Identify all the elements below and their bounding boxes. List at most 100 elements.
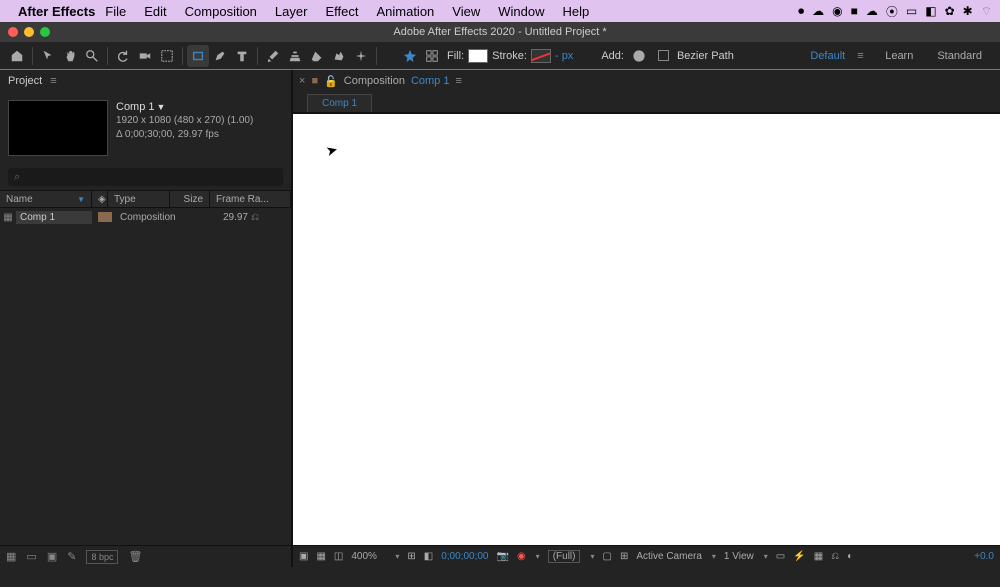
workspace-menu-icon[interactable]: ≡	[857, 50, 867, 62]
status-icon[interactable]: ⦿	[886, 3, 898, 20]
brush-tool[interactable]	[262, 45, 284, 67]
panel-menu-icon[interactable]: ≡	[50, 75, 56, 87]
menu-help[interactable]: Help	[562, 4, 589, 19]
status-icon[interactable]: ▭	[906, 4, 917, 18]
roto-brush-tool[interactable]	[328, 45, 350, 67]
home-button[interactable]	[6, 45, 28, 67]
stroke-swatch[interactable]	[531, 49, 551, 63]
menu-window[interactable]: Window	[498, 4, 544, 19]
status-icon[interactable]: ☁	[812, 4, 824, 18]
puppet-tool[interactable]	[350, 45, 372, 67]
channel-dropdown-icon[interactable]: ▾	[536, 552, 540, 561]
res-roi-icon[interactable]: ⊞	[407, 551, 415, 562]
selection-tool[interactable]	[37, 45, 59, 67]
pixel-aspect-icon[interactable]: ▭	[776, 551, 785, 562]
viewer-tab[interactable]: Comp 1	[307, 94, 372, 112]
item-flow-icon[interactable]: ⎌	[248, 212, 262, 223]
view-dropdown-icon[interactable]: ▾	[764, 552, 768, 561]
stroke-width[interactable]: - px	[555, 50, 573, 62]
trash-icon[interactable]: 🗑	[128, 550, 142, 563]
active-camera[interactable]: Active Camera	[636, 551, 702, 562]
snap-icon[interactable]	[421, 45, 443, 67]
project-search[interactable]: ⌕	[8, 168, 283, 186]
col-name[interactable]: Name▼	[0, 191, 92, 207]
status-icon[interactable]: ✱	[963, 4, 973, 18]
bezier-label[interactable]: Bezier Path	[677, 50, 734, 62]
transparency-grid-icon[interactable]: ▦	[316, 551, 325, 562]
comp-thumbnail[interactable]	[8, 100, 108, 156]
new-comp-icon[interactable]: ▣	[47, 550, 57, 563]
item-name[interactable]: Comp 1	[16, 211, 92, 224]
close-tab-icon[interactable]: ×	[299, 75, 305, 87]
fast-preview-icon[interactable]: ⚡	[793, 551, 805, 562]
lock-icon[interactable]: 🔓	[324, 75, 338, 88]
bluetooth-icon[interactable]: ⌔	[981, 4, 992, 19]
mask-icon[interactable]: ◫	[334, 551, 343, 562]
new-folder-icon[interactable]: ▭	[26, 550, 36, 563]
pan-behind-tool[interactable]	[156, 45, 178, 67]
col-framerate[interactable]: Frame Ra...	[210, 191, 291, 207]
project-item[interactable]: ▦ Comp 1 Composition 29.97 ⎌	[0, 208, 291, 226]
workspace-learn[interactable]: Learn	[873, 50, 925, 62]
type-tool[interactable]	[231, 45, 253, 67]
exposure[interactable]: +0.0	[974, 551, 994, 562]
interpret-footage-icon[interactable]: ▦	[6, 550, 16, 563]
project-panel-header[interactable]: Project ≡	[0, 70, 291, 92]
menu-animation[interactable]: Animation	[376, 4, 434, 19]
menu-effect[interactable]: Effect	[325, 4, 358, 19]
workspace-default[interactable]: Default	[798, 50, 857, 62]
camera-tool[interactable]	[134, 45, 156, 67]
grid-icon[interactable]: ◧	[424, 551, 433, 562]
guides-icon[interactable]: ⊞	[620, 551, 628, 562]
menu-view[interactable]: View	[452, 4, 480, 19]
menu-composition[interactable]: Composition	[185, 4, 257, 19]
col-size[interactable]: Size	[170, 191, 210, 207]
app-name[interactable]: After Effects	[18, 4, 95, 19]
bit-depth[interactable]: 8 bpc	[86, 550, 118, 564]
menu-file[interactable]: File	[105, 4, 126, 19]
flowchart-icon[interactable]: ⎌	[831, 551, 839, 562]
status-icon[interactable]: ◉	[832, 4, 842, 18]
view-count[interactable]: 1 View	[724, 551, 754, 562]
roi-icon[interactable]: ▢	[602, 551, 611, 562]
eraser-tool[interactable]	[306, 45, 328, 67]
clone-stamp-tool[interactable]	[284, 45, 306, 67]
hand-tool[interactable]	[59, 45, 81, 67]
workspace-standard[interactable]: Standard	[925, 50, 994, 62]
col-tag[interactable]: ◈	[92, 191, 108, 207]
viewer-menu-icon[interactable]: ≡	[455, 75, 461, 87]
minimize-window-button[interactable]	[24, 27, 34, 37]
pen-tool[interactable]	[209, 45, 231, 67]
reset-expo-icon[interactable]: ◐	[847, 551, 853, 562]
status-icon[interactable]: ◧	[925, 4, 936, 18]
timeline-icon[interactable]: ▦	[814, 551, 823, 562]
add-dropdown[interactable]	[628, 45, 650, 67]
comp-dropdown-icon[interactable]: ▼	[157, 102, 166, 112]
current-time[interactable]: 0;00;00;00	[441, 551, 488, 562]
zoom-tool[interactable]	[81, 45, 103, 67]
camera-dropdown-icon[interactable]: ▾	[712, 552, 716, 561]
comp-name[interactable]: Comp 1	[116, 101, 155, 113]
menu-edit[interactable]: Edit	[144, 4, 166, 19]
status-icon[interactable]: ☁	[866, 4, 878, 18]
viewer-comp-name[interactable]: Comp 1	[411, 75, 450, 87]
channel-icon[interactable]: ◉	[517, 551, 526, 562]
menu-layer[interactable]: Layer	[275, 4, 308, 19]
resolution[interactable]: (Full)	[548, 550, 581, 563]
snapshot-icon[interactable]: 📷	[496, 551, 508, 562]
close-window-button[interactable]	[8, 27, 18, 37]
item-label-color[interactable]	[98, 212, 112, 222]
status-icon[interactable]: ⏺	[798, 4, 804, 19]
zoom-dropdown-icon[interactable]: ▾	[395, 552, 399, 561]
always-preview-icon[interactable]: ▣	[299, 551, 308, 562]
fill-swatch[interactable]	[468, 49, 488, 63]
bezier-checkbox[interactable]	[658, 50, 669, 61]
star-icon[interactable]	[399, 45, 421, 67]
status-icon[interactable]: ■	[851, 4, 858, 18]
rectangle-tool[interactable]	[187, 45, 209, 67]
col-type[interactable]: Type	[108, 191, 170, 207]
status-icon[interactable]: ✿	[945, 4, 955, 18]
composition-canvas[interactable]: ➤	[293, 112, 1000, 545]
adjustment-icon[interactable]: ✎	[67, 550, 76, 563]
res-dropdown-icon[interactable]: ▾	[590, 552, 594, 561]
